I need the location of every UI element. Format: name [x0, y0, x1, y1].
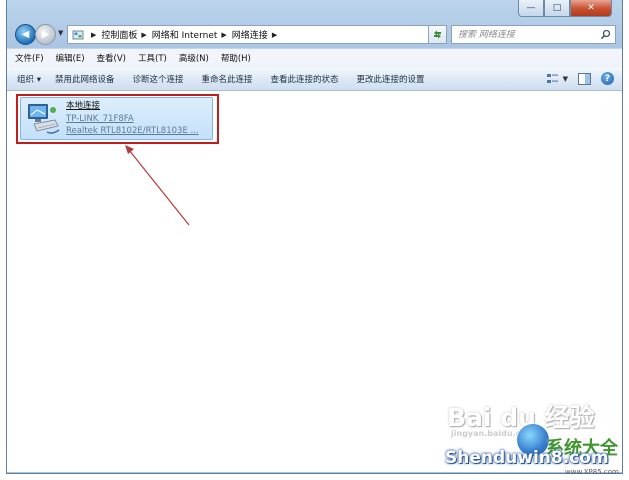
site-watermark: www.XP85.com — [565, 468, 619, 476]
watermark: Bai du 经验 jingyan.baidu.com 系统大全 Shenduw… — [445, 398, 625, 478]
brand-watermark: Shenduwin8.com — [445, 448, 609, 468]
